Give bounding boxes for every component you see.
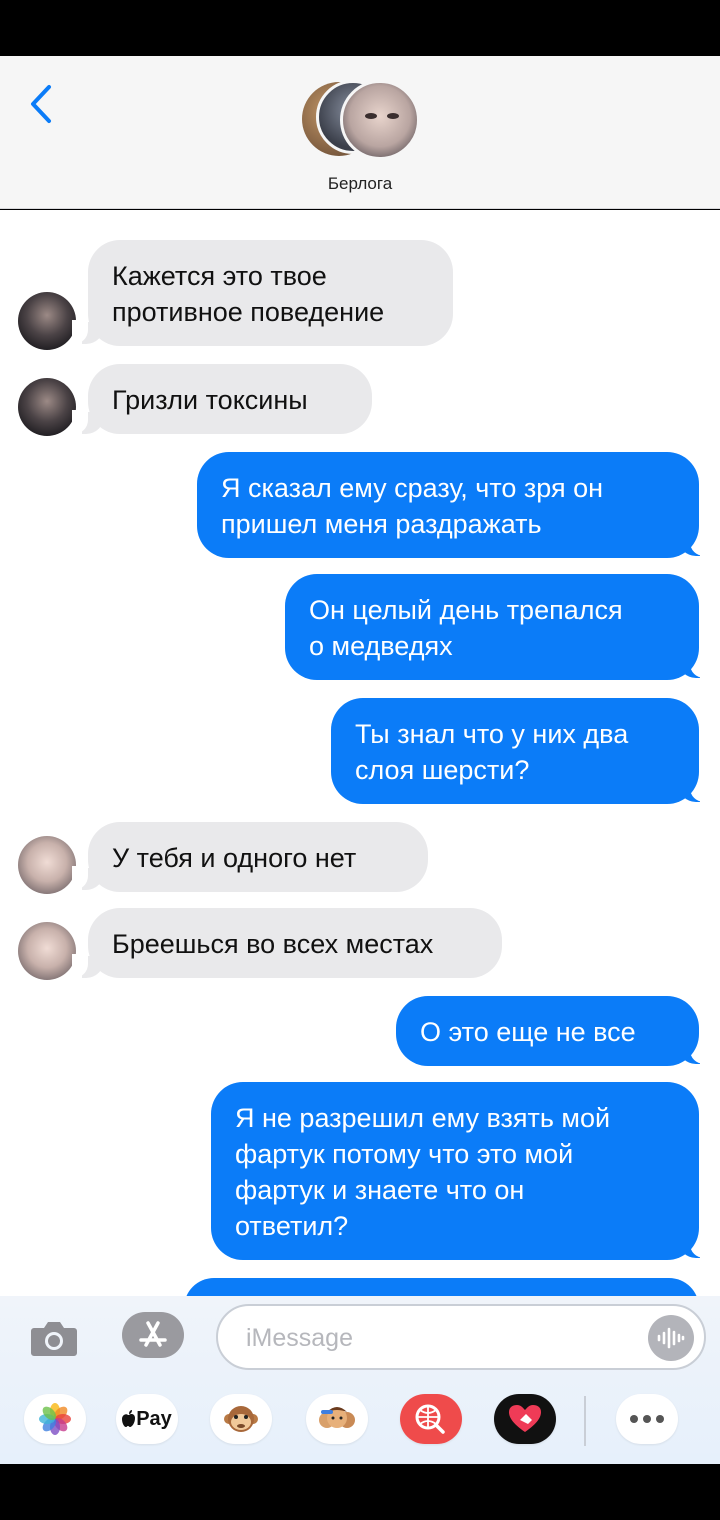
sender-avatar[interactable]	[18, 292, 76, 350]
app-drawer: Pay	[0, 1394, 720, 1450]
avatar	[340, 80, 420, 160]
conversation-header: Берлога	[0, 56, 720, 209]
memoji-icon	[319, 1407, 355, 1428]
apple-pay-label: Pay	[136, 1407, 172, 1430]
monkey-icon	[224, 1406, 258, 1432]
back-button[interactable]	[22, 84, 58, 124]
waveform-icon	[657, 1327, 685, 1349]
camera-button[interactable]	[30, 1318, 78, 1358]
conversation-title[interactable]: Берлога	[0, 174, 720, 194]
globe-search-icon	[400, 1394, 462, 1444]
message-input[interactable]	[246, 1318, 626, 1358]
message-bubble[interactable]: У тебя и одного нет	[88, 822, 428, 892]
status-bar	[0, 0, 720, 56]
divider	[584, 1396, 586, 1446]
digital-touch-app-button[interactable]	[494, 1394, 556, 1444]
message-bubble[interactable]: Гризли токсины	[88, 364, 372, 434]
memoji-app-button[interactable]	[306, 1394, 368, 1444]
sender-avatar[interactable]	[18, 922, 76, 980]
message-bubble[interactable]: Ты знал что у них два слоя шерсти?	[331, 698, 699, 804]
more-apps-button[interactable]	[616, 1394, 678, 1444]
sender-avatar[interactable]	[18, 378, 76, 436]
apple-icon	[122, 1410, 136, 1427]
apple-pay-app-button[interactable]: Pay	[116, 1394, 178, 1444]
app-store-button[interactable]	[122, 1312, 184, 1358]
audio-message-button[interactable]	[648, 1315, 694, 1361]
group-avatars[interactable]	[302, 80, 420, 160]
message-bubble[interactable]	[184, 1278, 699, 1296]
chevron-left-icon	[31, 85, 51, 123]
photos-app-button[interactable]	[24, 1394, 86, 1444]
more-icon	[630, 1415, 664, 1423]
camera-icon	[31, 1322, 77, 1356]
message-thread[interactable]: Кажется это твое противное поведение Гри…	[0, 210, 720, 1296]
images-search-app-button[interactable]	[400, 1394, 462, 1444]
message-bubble[interactable]: Кажется это твое противное поведение	[88, 240, 453, 346]
message-bubble[interactable]: Бреешься во всех местах	[88, 908, 502, 978]
home-indicator-bar	[0, 1464, 720, 1520]
message-bubble[interactable]: Я не разрешил ему взять мой фартук потом…	[211, 1082, 699, 1260]
sender-avatar[interactable]	[18, 836, 76, 894]
message-bubble[interactable]: Он целый день трепался о медведях	[285, 574, 699, 680]
animoji-app-button[interactable]	[210, 1394, 272, 1444]
message-bubble[interactable]: О это еще не все	[396, 996, 699, 1066]
photos-icon	[39, 1403, 71, 1435]
app-store-icon	[139, 1321, 167, 1347]
message-input-field[interactable]	[216, 1304, 706, 1370]
heart-touch-icon	[509, 1405, 541, 1432]
composer: Pay	[0, 1296, 720, 1464]
message-bubble[interactable]: Я сказал ему сразу, что зря он пришел ме…	[197, 452, 699, 558]
